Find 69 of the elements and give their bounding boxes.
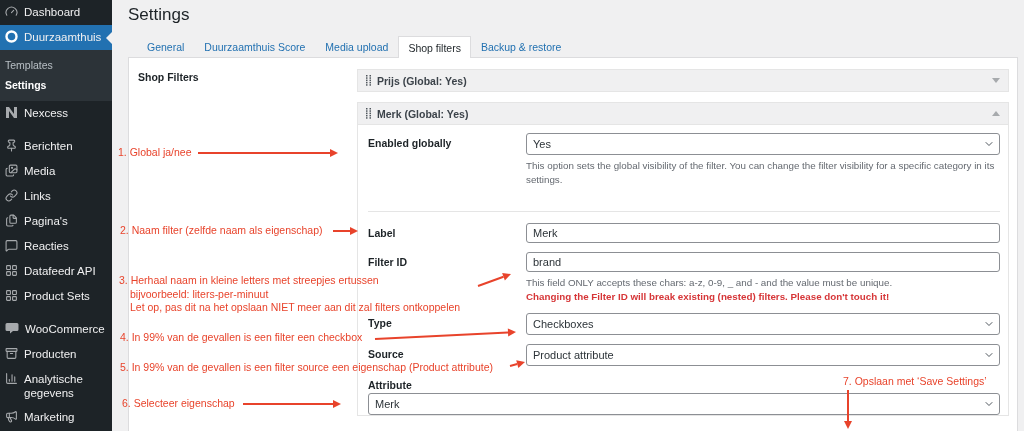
- field-label: Label: [368, 227, 396, 239]
- annotation-text: 3. Herhaal naam in kleine letters met streepjes ertussen bijvoorbeeld: liters-per-minuut Let op, pas dit na het opslaan NIET meer aan dit zal filters ontkoppelen: [119, 274, 461, 315]
- speech-bubble-icon: [5, 322, 19, 334]
- link-icon: [5, 189, 18, 202]
- menu-item[interactable]: Nexcess: [0, 101, 112, 126]
- input-field[interactable]: Merk: [526, 223, 1000, 243]
- drag-handle-icon[interactable]: [366, 75, 371, 86]
- arrow: [844, 389, 852, 429]
- menu-item[interactable]: Producten: [0, 342, 112, 367]
- menu-item[interactable]: Analytische gegevens: [0, 367, 112, 405]
- logo-icon: [5, 30, 18, 43]
- drag-handle-icon[interactable]: [366, 108, 371, 119]
- field-description: This option sets the global visibility of the filter. You can change the filter visibility for a specific category in its settings.: [526, 159, 996, 187]
- pin-icon: [5, 139, 18, 152]
- comment-icon: [5, 239, 18, 252]
- annotation-text: 4. In 99% van de gevallen is een filter een checkbox: [120, 331, 363, 345]
- field-label: Attribute: [368, 379, 412, 391]
- menu-item[interactable]: WooCommerce: [0, 317, 112, 342]
- tab[interactable]: General: [137, 35, 195, 57]
- field-label: Source: [368, 348, 404, 360]
- menu-item[interactable]: Duurzaamthuis: [0, 25, 112, 50]
- arrow: [509, 360, 525, 368]
- megaphone-icon: [5, 410, 18, 423]
- tab[interactable]: Shop filters: [398, 36, 471, 58]
- tab[interactable]: Media upload: [315, 35, 399, 57]
- grid-icon: [5, 264, 18, 277]
- images-icon: [5, 164, 18, 177]
- annotation-text: 6. Selecteer eigenschap: [122, 397, 235, 411]
- menu-item[interactable]: Marketing: [0, 405, 112, 430]
- pages-icon: [5, 214, 18, 227]
- field-label: Enabled globally: [368, 137, 452, 149]
- menu-item[interactable]: Links: [0, 184, 112, 209]
- arrow: [332, 227, 358, 235]
- logo-icon: [5, 106, 18, 119]
- arrow: [477, 272, 511, 287]
- tab[interactable]: Duurzaamthuis Score: [194, 35, 316, 57]
- annotation-text: 7. Opslaan met ‘Save Settings’: [843, 375, 987, 389]
- caret-up-icon: [992, 111, 1000, 116]
- page-title: Settings: [128, 4, 191, 26]
- annotation-text: 5. In 99% van de gevallen is een filter source een eigenschap (Product attribute): [120, 361, 493, 375]
- field-label: Type: [368, 317, 392, 329]
- grid-icon: [5, 289, 18, 302]
- accordion-header[interactable]: Prijs (Global: Yes): [357, 69, 1009, 92]
- dashboard-icon: [5, 5, 18, 18]
- tab[interactable]: Backup & restore: [470, 35, 572, 57]
- menu-item[interactable]: Pagina's: [0, 209, 112, 234]
- annotation-text: 2. Naam filter (zelfde naam als eigenschap): [120, 224, 323, 238]
- menu-item[interactable]: Reacties: [0, 234, 112, 259]
- archive-icon: [5, 347, 18, 360]
- select-field[interactable]: Product attribute: [526, 344, 1000, 366]
- caret-down-icon: [992, 78, 1000, 83]
- menu-item[interactable]: Datafeedr API: [0, 259, 112, 284]
- select-field[interactable]: Merk: [368, 393, 1000, 415]
- section-label: Shop Filters: [138, 71, 199, 83]
- warning-text: Changing the Filter ID will break existing (nested) filters. Please don't touch it!: [526, 290, 891, 304]
- menu-item[interactable]: Dashboard: [0, 0, 112, 25]
- annotation-text: 1. Global ja/nee: [118, 146, 192, 160]
- submenu-item[interactable]: Settings: [0, 75, 112, 95]
- field-label: Filter ID: [368, 256, 408, 268]
- accordion-header[interactable]: Merk (Global: Yes): [357, 102, 1009, 125]
- input-field[interactable]: brand: [526, 252, 1000, 272]
- submenu-item[interactable]: Templates: [0, 55, 112, 75]
- field-description: This field ONLY accepts these chars: a-z, 0-9, _ and - and the value must be unique.: [526, 276, 894, 290]
- menu-item[interactable]: Berichten: [0, 134, 112, 159]
- menu-item[interactable]: Media: [0, 159, 112, 184]
- select-field[interactable]: Yes: [526, 133, 1000, 155]
- bar-chart-icon: [5, 372, 18, 385]
- select-field[interactable]: Checkboxes: [526, 313, 1000, 335]
- menu-item[interactable]: Product Sets: [0, 284, 112, 309]
